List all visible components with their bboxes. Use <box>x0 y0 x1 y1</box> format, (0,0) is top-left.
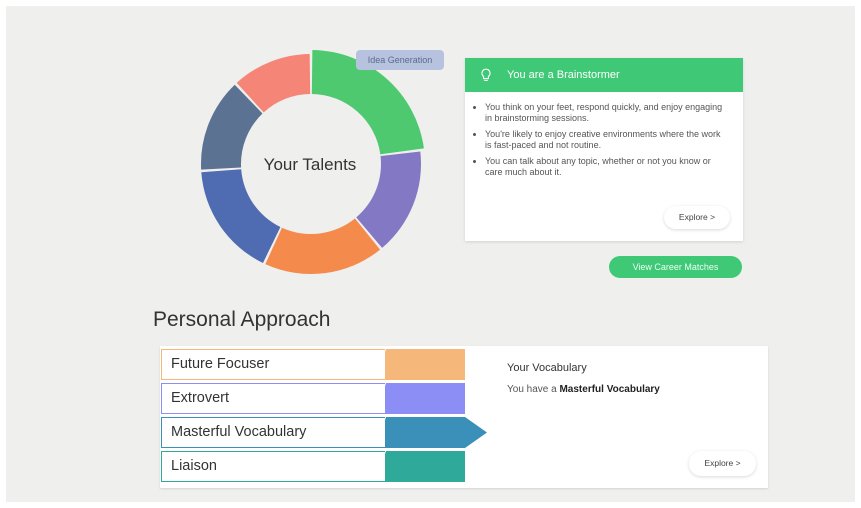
card-bullet: You think on your feet, respond quickly,… <box>485 102 729 124</box>
approach-item-label: Extrovert <box>171 390 230 406</box>
personal-approach-heading: Personal Approach <box>153 308 331 331</box>
approach-item-future-focuser[interactable]: Future Focuser <box>161 349 385 380</box>
approach-item-label: Future Focuser <box>171 356 270 372</box>
card-title: You are a Brainstormer <box>507 69 620 81</box>
detail-text: You have a Masterful Vocabulary <box>507 384 660 395</box>
card-bullet: You can talk about any topic, whether or… <box>485 156 729 178</box>
detail-text-prefix: You have a <box>507 384 557 395</box>
approach-tab-2 <box>376 417 487 448</box>
view-career-matches-button[interactable]: View Career Matches <box>609 256 742 278</box>
detail-text-bold: Masterful Vocabulary <box>559 384 660 395</box>
donut-center-label: Your Talents <box>263 155 357 174</box>
approach-item-liaison[interactable]: Liaison <box>161 451 385 482</box>
donut-segment-segment-orange[interactable] <box>265 218 381 274</box>
card-bullet: You're likely to enjoy creative environm… <box>485 129 729 151</box>
approach-item-masterful-vocabulary[interactable]: Masterful Vocabulary <box>161 417 385 448</box>
explore-talent-button[interactable]: Explore > <box>664 206 730 229</box>
approach-item-label: Masterful Vocabulary <box>171 424 307 440</box>
approach-tab-3 <box>376 451 465 482</box>
lightbulb-icon <box>481 68 491 81</box>
donut-segment-segment-blue[interactable] <box>201 169 281 263</box>
approach-tab-0 <box>376 349 465 380</box>
card-bullets: You think on your feet, respond quickly,… <box>465 102 743 178</box>
explore-approach-button[interactable]: Explore > <box>689 451 756 476</box>
card-header: You are a Brainstormer <box>465 58 743 92</box>
approach-item-extrovert[interactable]: Extrovert <box>161 383 385 414</box>
approach-item-label: Liaison <box>171 458 217 474</box>
detail-title: Your Vocabulary <box>507 362 587 374</box>
approach-color-tabs <box>376 349 487 482</box>
approach-tab-1 <box>376 383 465 414</box>
idea-generation-tooltip: Idea Generation <box>356 50 444 70</box>
